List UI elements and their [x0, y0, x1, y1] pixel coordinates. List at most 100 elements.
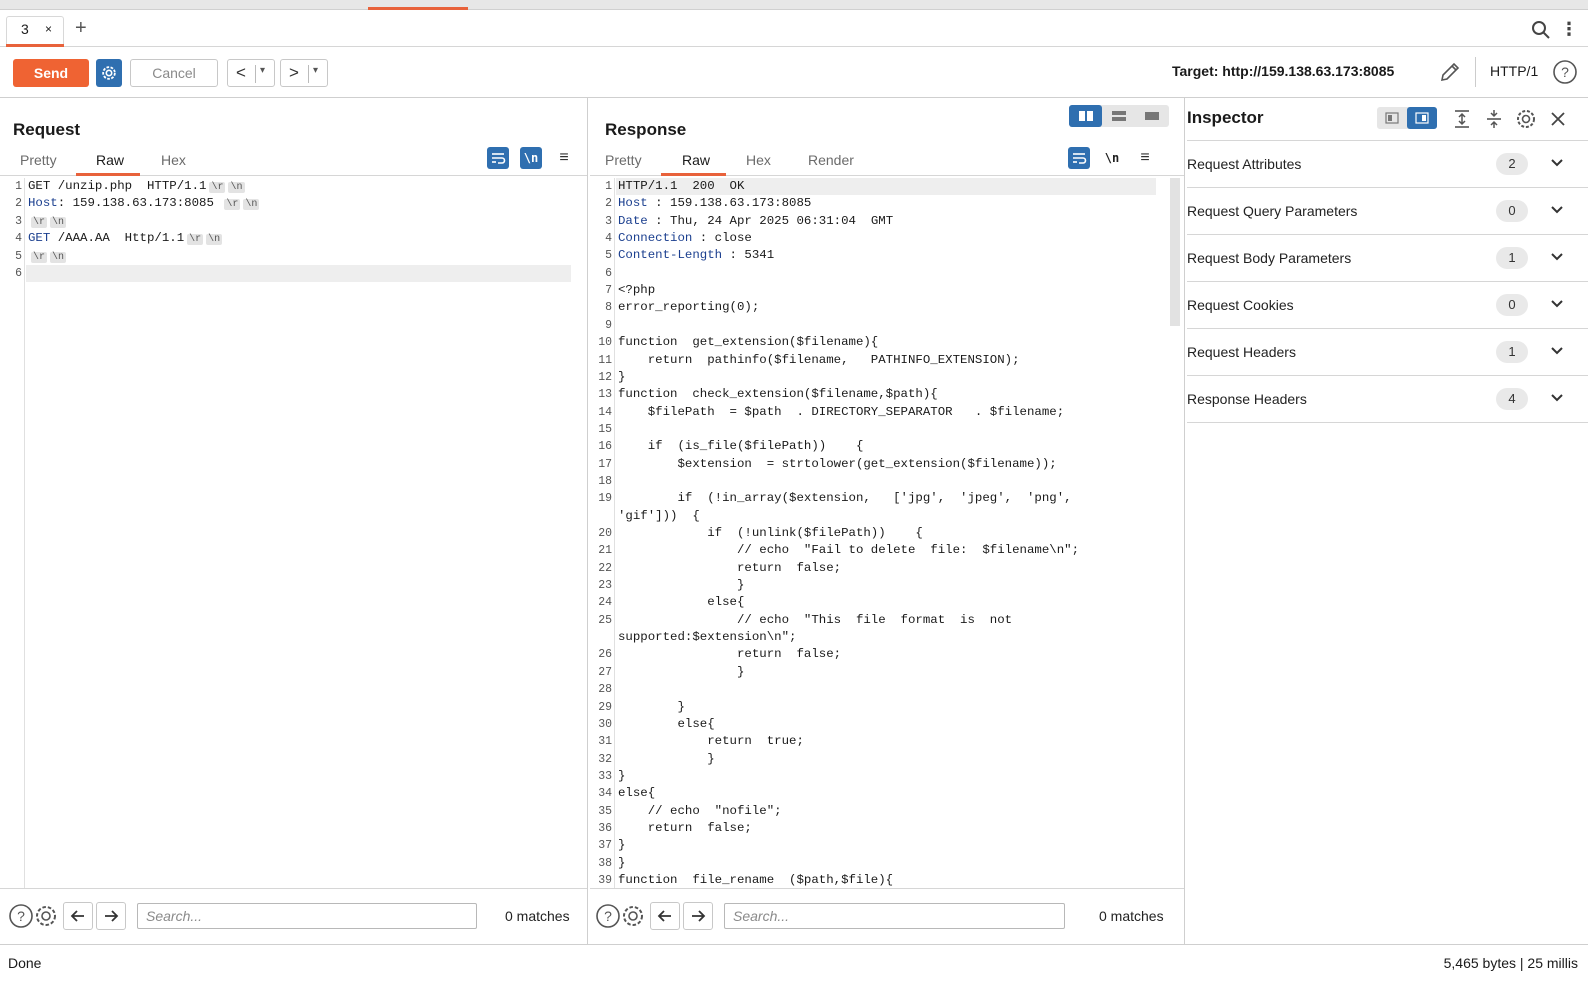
repeater-tab-bar: 3 × + ⋮: [0, 10, 1588, 47]
line-number: 14: [598, 405, 612, 419]
kebab-icon[interactable]: ⋮: [1560, 19, 1578, 39]
wrap-lines-button[interactable]: [487, 147, 509, 169]
tab-pretty[interactable]: Pretty: [605, 152, 642, 168]
back-button[interactable]: < ▾: [227, 59, 275, 87]
inspector-title: Inspector: [1187, 108, 1264, 127]
previous-match-button[interactable]: [63, 902, 93, 930]
forward-dropdown-icon[interactable]: ▾: [313, 65, 318, 76]
code-text: }: [618, 837, 625, 854]
escape-marker: \r: [209, 182, 226, 193]
inspector-section-row[interactable]: Request Attributes 2: [1187, 141, 1588, 188]
inspector-left-dock-button[interactable]: [1377, 107, 1407, 129]
code-text: <?php: [618, 282, 655, 299]
code-text: function check_extension($filename,$path…: [618, 386, 938, 403]
chevron-down-icon[interactable]: [1549, 249, 1565, 265]
gear-icon[interactable]: [620, 903, 646, 929]
tab-hex[interactable]: Hex: [746, 152, 771, 168]
code-text: return false;: [618, 646, 841, 663]
previous-match-button[interactable]: [650, 902, 680, 930]
code-content: : Thu, 24 Apr 2025 06:31:04 GMT: [647, 213, 894, 228]
tab-raw[interactable]: Raw: [96, 152, 124, 168]
search-icon[interactable]: [1530, 19, 1552, 41]
chevron-down-icon[interactable]: [1549, 343, 1565, 359]
response-editor[interactable]: 1 HTTP/1.1 200 OK 2 Host : 159.138.63.173:8…: [590, 178, 1184, 888]
section-label: Request Cookies: [1187, 297, 1294, 313]
code-content: return true;: [618, 734, 804, 749]
next-match-button[interactable]: [96, 902, 126, 930]
arrow-right-icon: [692, 910, 706, 922]
cancel-button[interactable]: Cancel: [130, 59, 218, 87]
code-content: else{: [618, 716, 715, 731]
inspector-section-row[interactable]: Request Body Parameters 1: [1187, 235, 1588, 282]
help-icon[interactable]: ?: [1552, 59, 1578, 85]
line-number: 28: [598, 683, 612, 697]
request-editor[interactable]: 1 GET /unzip.php HTTP/1.1 \r \n 2 Host: 159.1…: [0, 178, 587, 888]
chevron-down-icon[interactable]: [1549, 390, 1565, 406]
code-content: return pathinfo($filename, PATHINFO_EXTE…: [618, 352, 1020, 367]
pencil-icon[interactable]: [1438, 60, 1462, 84]
tab-raw[interactable]: Raw: [682, 152, 710, 168]
inspector-right-dock-button[interactable]: [1407, 107, 1437, 129]
newline-icon[interactable]: \n: [1101, 147, 1123, 169]
request-search-input[interactable]: Search...: [137, 903, 477, 929]
code-text: return false;: [618, 820, 752, 837]
layout-stacked-button[interactable]: [1102, 105, 1135, 127]
active-tab-underline: [76, 173, 140, 176]
layout-side-by-side-button[interactable]: [1069, 105, 1102, 127]
code-text: function file_rename ($path,$file){: [618, 872, 893, 888]
line-number: 9: [605, 318, 612, 332]
forward-button[interactable]: > ▾: [280, 59, 328, 87]
chevron-down-icon[interactable]: [1549, 202, 1565, 218]
active-tab-underline: [661, 173, 726, 176]
status-text: Done: [8, 955, 42, 971]
menu-icon[interactable]: ≡: [553, 147, 575, 169]
code-content: : 159.138.63.173:8085: [647, 196, 812, 211]
inspector-section-row[interactable]: Request Query Parameters 0: [1187, 188, 1588, 235]
escape-marker: \n: [50, 216, 67, 228]
add-tab-button[interactable]: +: [75, 18, 87, 38]
menu-icon[interactable]: ≡: [1134, 147, 1156, 169]
next-match-button[interactable]: [683, 902, 713, 930]
section-count-badge: 1: [1496, 247, 1528, 269]
chevron-down-icon[interactable]: [1549, 296, 1565, 312]
newline-icon[interactable]: \n: [520, 147, 542, 169]
help-icon[interactable]: ?: [8, 903, 34, 929]
section-label: Request Body Parameters: [1187, 250, 1352, 266]
expand-all-icon[interactable]: [1451, 108, 1473, 130]
help-icon[interactable]: ?: [595, 903, 621, 929]
code-content: HTTP/1.1 200 OK: [618, 179, 745, 193]
layout-single-button[interactable]: [1135, 105, 1168, 127]
response-scrollbar[interactable]: [1170, 178, 1180, 326]
gear-icon[interactable]: [33, 903, 59, 929]
tab-render[interactable]: Render: [808, 152, 854, 168]
tab-label: 3: [21, 21, 29, 37]
repeater-tab[interactable]: 3 ×: [6, 16, 64, 47]
tab-pretty[interactable]: Pretty: [20, 152, 57, 168]
close-icon[interactable]: [1547, 108, 1569, 130]
code-text: function get_extension($filename){: [618, 334, 878, 351]
back-dropdown-icon[interactable]: ▾: [260, 65, 265, 76]
code-text: else{: [618, 716, 715, 733]
send-settings-button[interactable]: [96, 59, 122, 87]
gear-icon[interactable]: [1515, 108, 1537, 130]
tab-hex[interactable]: Hex: [161, 152, 186, 168]
escape-marker: \n: [206, 234, 223, 246]
svg-text:?: ?: [17, 908, 25, 924]
line-number: 33: [598, 769, 612, 783]
response-search-input[interactable]: Search...: [724, 903, 1065, 929]
inspector-section-row[interactable]: Response Headers 4: [1187, 376, 1588, 423]
line-number: 22: [598, 561, 612, 575]
header-name: Connection: [618, 231, 693, 246]
line-number: 30: [598, 717, 612, 731]
send-button[interactable]: Send: [13, 59, 89, 87]
code-content: return false;: [618, 820, 752, 835]
code-content: : 5341: [722, 248, 775, 263]
inspector-section-row[interactable]: Request Headers 1: [1187, 329, 1588, 376]
http-version[interactable]: HTTP/1: [1490, 63, 1538, 79]
inspector-section-row[interactable]: Request Cookies 0: [1187, 282, 1588, 329]
collapse-all-icon[interactable]: [1483, 108, 1505, 130]
chevron-down-icon[interactable]: [1549, 155, 1565, 171]
wrap-lines-button[interactable]: [1068, 147, 1090, 169]
line-number: 25: [598, 613, 612, 627]
tab-close-icon[interactable]: ×: [45, 22, 52, 36]
